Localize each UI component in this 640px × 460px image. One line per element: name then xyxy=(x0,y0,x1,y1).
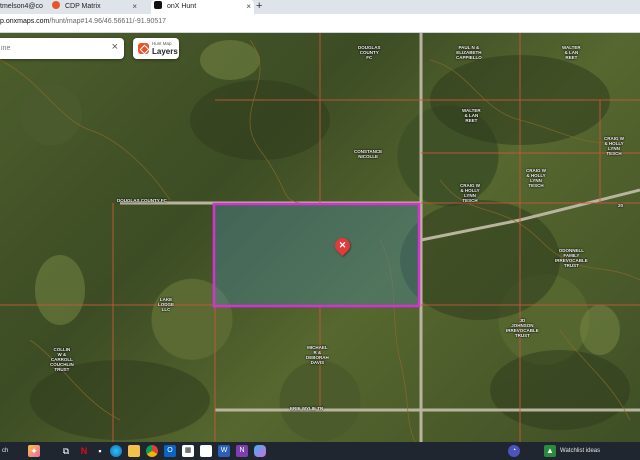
parcel-label[interactable]: WALTER & LAN REET xyxy=(462,108,481,123)
chrome-icon[interactable] xyxy=(146,445,158,457)
close-icon: ✕ xyxy=(338,240,347,250)
url-path: /hunt/map#14.96/46.56611/-91.90517 xyxy=(49,18,167,25)
document-icon[interactable] xyxy=(200,445,212,457)
satellite-map[interactable]: DOUGLAS COUNTY FC ERIE WYLIE TR 20 DOUGL… xyxy=(0,33,640,442)
tab-label: onX Hunt xyxy=(166,3,197,10)
parcel-label[interactable]: JD JOHNSON IRREVOCABLE TRUST xyxy=(506,318,539,338)
selected-parcel-outline xyxy=(212,202,421,308)
tab-onx-hunt[interactable]: onX Hunt × xyxy=(151,0,254,14)
close-icon[interactable]: × xyxy=(246,0,251,14)
netflix-icon[interactable]: N xyxy=(78,445,90,457)
copilot-app-icon[interactable] xyxy=(254,445,266,457)
parcel-label[interactable]: CONSTANCE NICOLLE xyxy=(354,149,382,159)
taskbar-search-text[interactable]: ch xyxy=(2,445,8,457)
parcel-label[interactable]: LAKE LODGE LLC xyxy=(158,297,174,312)
parcel-label[interactable]: CRAIG W & HOLLY LYNN TESCH xyxy=(460,183,480,203)
parcel-label[interactable]: PAUL N & ELIZABETH CAPPIELLO xyxy=(456,45,482,60)
parcel-label[interactable]: WALTER & LAN REET xyxy=(562,45,581,60)
apps-icon[interactable]: ▪ xyxy=(94,445,106,457)
tab-label: CDP Matrix xyxy=(64,3,101,10)
onx-icon xyxy=(154,1,162,10)
map-search-box[interactable]: × xyxy=(0,38,124,59)
road-label: DOUGLAS COUNTY FC xyxy=(117,198,167,203)
outlook-icon[interactable]: O xyxy=(164,445,176,457)
watchlist-ideas-text[interactable]: Watchlist ideas xyxy=(560,445,600,457)
watchlist-icon[interactable]: ▲ xyxy=(544,445,556,457)
clear-search-icon[interactable]: × xyxy=(112,41,118,53)
road-label: ERIE WYLIE TR xyxy=(290,406,324,411)
file-explorer-icon[interactable] xyxy=(128,445,140,457)
map-pin-marker[interactable]: ✕ xyxy=(331,234,354,257)
new-tab-button[interactable]: + xyxy=(256,0,262,13)
layers-sublabel: Hunt Map xyxy=(152,41,172,46)
address-bar[interactable]: p.onxmaps.com/hunt/map#14.96/46.56611/-9… xyxy=(0,14,640,33)
parcel-label[interactable]: DOUGLAS COUNTY FC xyxy=(358,45,381,60)
copilot-icon[interactable]: ✦ xyxy=(28,445,40,457)
calendar-icon[interactable]: ▦ xyxy=(182,445,194,457)
search-input[interactable] xyxy=(0,42,101,54)
tab-label: tmelson4@co xyxy=(0,3,43,10)
taskbar: ch ✦ ⧉ N ▪ O ▦ W N ◔ ▲ Watchlist ideas xyxy=(0,442,640,460)
widgets-icon[interactable]: ⧉ xyxy=(60,445,72,457)
edge-icon[interactable] xyxy=(110,445,122,457)
parcel-label[interactable]: ODONNELL FAMILY IRREVOCABLE TRUST xyxy=(555,248,588,268)
onenote-icon[interactable]: N xyxy=(236,445,248,457)
teams-icon[interactable]: ◔ xyxy=(508,445,520,457)
cdp-icon xyxy=(52,1,60,10)
close-icon[interactable]: × xyxy=(132,0,137,14)
layers-label: Layers xyxy=(152,47,178,56)
layers-button[interactable]: Hunt Map Layers xyxy=(133,38,179,59)
layers-icon xyxy=(138,43,149,54)
road-label: 20 xyxy=(618,203,624,208)
tab-cdp-matrix[interactable]: CDP Matrix × xyxy=(52,0,140,14)
url-text[interactable]: p.onxmaps.com/hunt/map#14.96/46.56611/-9… xyxy=(0,18,166,25)
browser-tab-strip: tmelson4@co × CDP Matrix × onX Hunt × + xyxy=(0,0,640,14)
parcel-label[interactable]: MICHAEL R & DEBORAH DAVIS xyxy=(306,345,329,365)
parcel-label[interactable]: CRAIG W & HOLLY LYNN TESCH xyxy=(526,168,546,188)
map-overlay xyxy=(0,33,640,442)
word-icon[interactable]: W xyxy=(218,445,230,457)
parcel-label[interactable]: CRAIG W & HOLLY LYNN TESCH xyxy=(604,136,624,156)
url-host: p.onxmaps.com xyxy=(0,18,50,25)
parcel-label[interactable]: COLLIN W & CARROLL COUCHLIN TRUST xyxy=(50,347,74,372)
